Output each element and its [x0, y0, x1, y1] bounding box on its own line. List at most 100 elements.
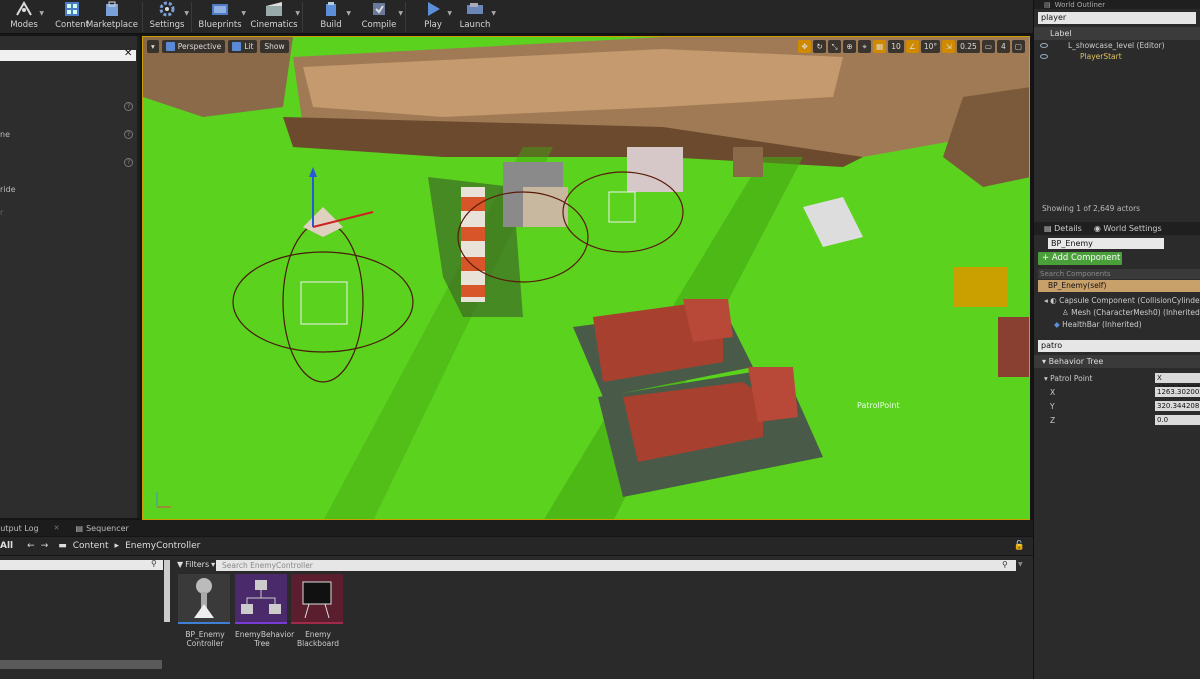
forward-icon[interactable]: → — [41, 541, 49, 551]
close-icon[interactable]: ✕ — [124, 48, 132, 59]
tab-world-settings[interactable]: ◉ World Settings — [1094, 224, 1162, 233]
breadcrumb-enemycontroller[interactable]: EnemyController — [125, 541, 200, 551]
back-icon[interactable]: ← — [27, 541, 35, 551]
all-label[interactable]: All — [0, 541, 13, 551]
tab-details-label: Details — [1054, 224, 1082, 233]
play-button[interactable]: Play ▼ — [420, 0, 452, 34]
visibility-eye-icon[interactable] — [1040, 43, 1048, 48]
level-viewport[interactable]: ▾ Perspective Lit Show ✥ ↻ ⤡ ⊕ ⌖ ▦ 10 ∠ … — [142, 36, 1030, 520]
grid-snap-icon[interactable]: ▦ — [873, 40, 887, 53]
sources-horizontal-scrollbar[interactable] — [0, 660, 162, 669]
rotation-snap-value[interactable]: 10° — [920, 40, 941, 53]
scale-snap-value[interactable]: 0.25 — [957, 40, 980, 53]
world-outliner-tab[interactable]: ▤ World Outliner — [1034, 0, 1200, 9]
details-icon: ▤ — [1044, 224, 1055, 233]
object-name-input[interactable]: BP_Enemy — [1048, 238, 1164, 249]
left-search-input[interactable] — [0, 50, 136, 61]
settings-button[interactable]: Settings ▼ — [149, 0, 189, 34]
scale-icon[interactable]: ⤡ — [828, 40, 842, 53]
asset-name: Enemy Blackboard — [297, 630, 339, 648]
rotation-snap-icon[interactable]: ∠ — [905, 40, 919, 53]
translate-icon[interactable]: ✥ — [798, 40, 812, 53]
show-button[interactable]: Show — [260, 40, 289, 53]
left-panel-scrollbar[interactable] — [137, 36, 140, 518]
component-mesh[interactable]: ♙ Mesh (CharacterMesh0) (Inherited) — [1062, 308, 1200, 317]
marketplace-button[interactable]: Marketplace — [86, 0, 138, 34]
grid-size-value[interactable]: 10 — [888, 40, 904, 53]
breadcrumb-separator-icon: ▸ — [114, 541, 120, 551]
mesh-icon: ♙ — [1062, 308, 1072, 317]
chevron-down-icon[interactable]: ▼ — [1018, 561, 1023, 568]
patrol-point-label[interactable]: PatrolPoint — [857, 401, 900, 410]
world-outliner-title: World Outliner — [1054, 0, 1106, 9]
cinematics-button[interactable]: Cinematics ▼ — [250, 0, 300, 34]
modes-label: Modes — [10, 20, 38, 30]
launch-label: Launch — [459, 20, 491, 30]
asset-name: BP_Enemy Controller — [185, 630, 225, 648]
scale-snap-icon[interactable]: ⇲ — [942, 40, 956, 53]
camera-speed-icon[interactable]: ▭ — [981, 40, 995, 53]
blueprints-button[interactable]: Blueprints ▼ — [198, 0, 246, 34]
outliner-search-input[interactable]: player — [1038, 12, 1196, 24]
surface-snap-icon[interactable]: ⌖ — [858, 40, 872, 53]
outliner-row-level[interactable]: L_showcase_level (Editor) — [1034, 40, 1200, 51]
help-icon[interactable]: ? — [124, 158, 133, 167]
build-button[interactable]: Build ▼ — [317, 0, 351, 34]
content-button[interactable]: Content — [55, 0, 89, 34]
filters-button[interactable]: ▼ Filters ▾ — [177, 560, 215, 569]
asset-bp-enemy-controller[interactable]: BP_Enemy Controller — [178, 574, 232, 650]
search-icon[interactable]: ⚲ — [151, 559, 157, 568]
component-self-row[interactable]: BP_Enemy(self) — [1038, 280, 1200, 292]
settings-label: Settings — [149, 20, 185, 30]
help-icon[interactable]: ? — [124, 130, 133, 139]
visibility-eye-icon[interactable] — [1040, 54, 1048, 59]
category-behavior-tree[interactable]: ▾ Behavior Tree — [1034, 355, 1200, 368]
add-component-button[interactable]: + Add Component — [1038, 252, 1122, 265]
asset-search-input[interactable]: Search EnemyController — [216, 560, 1016, 571]
maximize-icon[interactable]: ▢ — [1011, 40, 1025, 53]
chevron-down-icon: ▾ — [211, 560, 216, 569]
outliner-row-playerstart[interactable]: PlayerStart — [1034, 51, 1200, 62]
lock-icon[interactable]: 🔓 — [1014, 541, 1025, 551]
lit-button[interactable]: Lit — [228, 40, 258, 53]
viewport-scene — [143, 37, 1029, 519]
patrol-point-y-input[interactable]: 320.344208 — [1155, 401, 1200, 411]
tab-output-log-label: Output Log — [0, 523, 39, 533]
component-search-input[interactable]: Search Components — [1038, 269, 1200, 279]
breadcrumb-content[interactable]: Content — [73, 541, 109, 551]
asset-enemy-behavior-tree[interactable]: EnemyBehavior Tree — [235, 574, 294, 650]
viewport-menu-button[interactable]: ▾ — [147, 40, 159, 53]
pawn-icon — [194, 578, 214, 618]
folder-icon: ▬ — [58, 541, 67, 551]
tab-sequencer[interactable]: ▤ Sequencer — [76, 524, 129, 533]
search-icon[interactable]: ⚲ — [1002, 560, 1008, 569]
outliner-label-header[interactable]: Label — [1034, 27, 1200, 40]
modes-button[interactable]: Modes ▼ — [0, 0, 48, 34]
asset-enemy-blackboard[interactable]: Enemy Blackboard — [291, 574, 345, 650]
asset-thumbnail — [235, 574, 287, 624]
filter-icon: ▼ — [177, 560, 184, 569]
patrol-point-x-input[interactable]: 1263.302002 — [1155, 387, 1200, 397]
close-icon[interactable]: ✕ — [54, 524, 60, 532]
perspective-icon — [165, 42, 175, 51]
axis-x-label: X — [1050, 388, 1056, 397]
camera-speed-value[interactable]: 4 — [996, 40, 1010, 53]
content-label: Content — [55, 20, 89, 30]
sources-search-input[interactable] — [0, 560, 163, 570]
perspective-button[interactable]: Perspective — [161, 40, 226, 53]
launch-button[interactable]: Launch ▼ — [459, 0, 496, 34]
world-local-icon[interactable]: ⊕ — [843, 40, 857, 53]
component-capsule[interactable]: ◂ ◐ Capsule Component (CollisionCylinder… — [1044, 296, 1200, 305]
compile-button[interactable]: Compile ▼ — [361, 0, 403, 34]
tab-output-log[interactable]: Output Log ✕ — [0, 524, 60, 533]
actor-name: PlayerStart — [1080, 52, 1122, 61]
details-search-input[interactable]: patro — [1038, 340, 1200, 352]
blueprints-icon — [209, 0, 231, 18]
rotate-icon[interactable]: ↻ — [813, 40, 827, 53]
sources-scrollbar[interactable] — [164, 560, 170, 622]
patrol-point-z-input[interactable]: 0.0 — [1155, 415, 1200, 425]
component-healthbar[interactable]: ◆ HealthBar (Inherited) — [1054, 320, 1142, 329]
details-left-panel: ✕ ? ne ? ? ride r — [0, 36, 140, 518]
tab-details[interactable]: ▤ Details — [1044, 224, 1082, 233]
help-icon[interactable]: ? — [124, 102, 133, 111]
